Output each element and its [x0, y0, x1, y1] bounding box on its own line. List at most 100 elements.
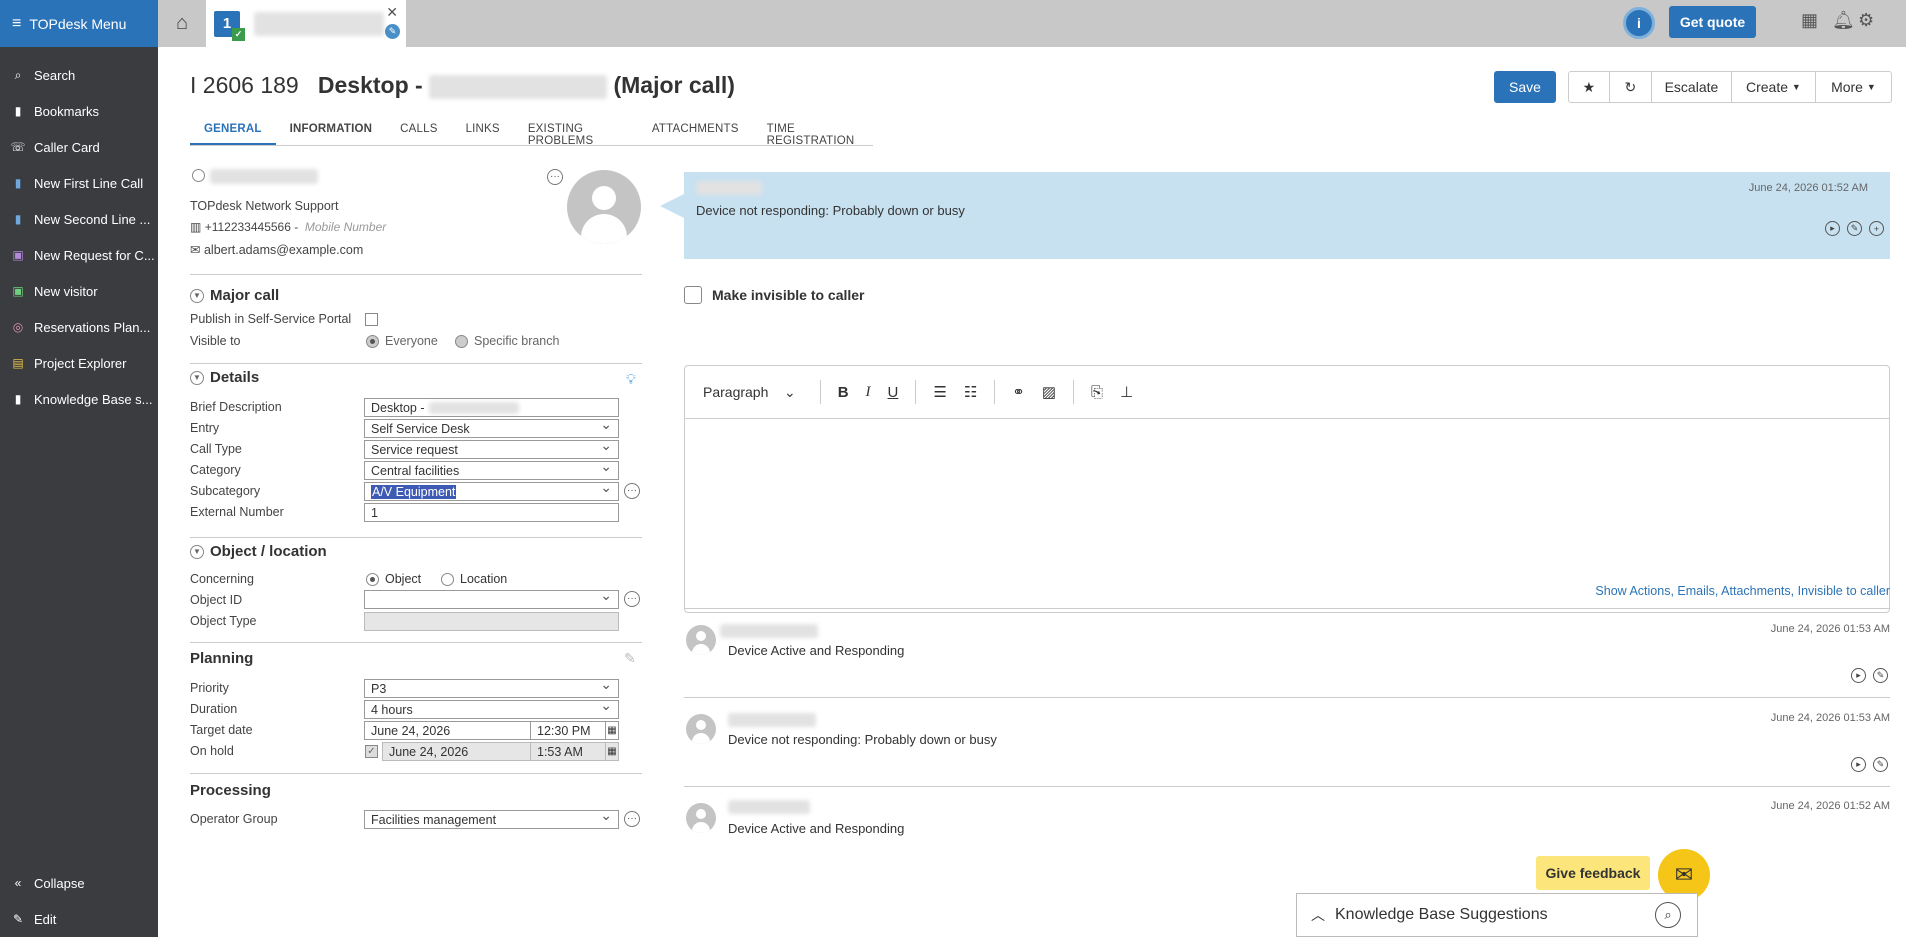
- open-call-tab[interactable]: 1 ✓ ✕ ✎: [206, 0, 406, 47]
- sidebar-item-caller-card[interactable]: ☏ Caller Card: [0, 129, 158, 165]
- edit-icon[interactable]: ✎: [1873, 668, 1888, 683]
- topdesk-menu-button[interactable]: ≡ TOPdesk Menu: [0, 0, 158, 47]
- image-icon[interactable]: ▨: [1042, 383, 1056, 401]
- sidebar-edit-button[interactable]: ✎ Edit: [0, 901, 158, 937]
- on-hold-time-input: 1:53 AM: [530, 742, 606, 761]
- forward-icon[interactable]: ▸: [1851, 668, 1866, 683]
- target-time-input[interactable]: 12:30 PM: [530, 721, 606, 740]
- target-date-input[interactable]: June 24, 2026: [364, 721, 531, 740]
- tab-time-registration[interactable]: TIME REGISTRATION: [753, 121, 873, 147]
- tab-information[interactable]: INFORMATION: [276, 121, 386, 145]
- forward-icon[interactable]: ▸: [1851, 757, 1866, 772]
- calendar-icon[interactable]: ▦: [605, 721, 619, 740]
- publish-checkbox[interactable]: [365, 313, 378, 326]
- divider: [190, 363, 642, 364]
- link-icon[interactable]: ⚭: [1012, 383, 1025, 401]
- brief-description-label: Brief Description: [190, 400, 282, 414]
- planning-edit-icon[interactable]: ✎: [624, 650, 636, 667]
- object-id-select[interactable]: [364, 590, 619, 609]
- sidebar-item-reservations-planner[interactable]: ◎ Reservations Plan...: [0, 309, 158, 345]
- refresh-button[interactable]: ↻: [1609, 71, 1652, 103]
- tab-links[interactable]: LINKS: [452, 121, 514, 145]
- forward-icon[interactable]: ▸: [1825, 221, 1840, 236]
- bell-icon[interactable]: 🔔︎: [1832, 10, 1855, 31]
- section-details[interactable]: ▼ Details: [190, 369, 259, 386]
- calendar-icon: ▦: [605, 742, 619, 761]
- sidebar-item-new-second-line-call[interactable]: ▮ New Second Line ...: [0, 201, 158, 237]
- category-select[interactable]: Central facilities: [364, 461, 619, 480]
- italic-icon[interactable]: I: [866, 384, 871, 401]
- visible-specific-branch-radio[interactable]: Specific branch: [455, 334, 559, 349]
- sidebar-item-new-first-line-call[interactable]: ▮ New First Line Call: [0, 165, 158, 201]
- attachment-icon[interactable]: ⎘: [1091, 384, 1103, 401]
- sidebar-item-new-visitor[interactable]: ▣ New visitor: [0, 273, 158, 309]
- sidebar-item-bookmarks[interactable]: ▮ Bookmarks: [0, 93, 158, 129]
- bullet-list-icon[interactable]: ☰: [933, 383, 946, 401]
- edit-icon[interactable]: ✎: [1847, 221, 1862, 236]
- call-type-select[interactable]: Service request: [364, 440, 619, 459]
- subcategory-options-button[interactable]: ···: [624, 483, 640, 499]
- info-button[interactable]: i: [1623, 7, 1655, 39]
- make-invisible-checkbox[interactable]: [684, 286, 702, 304]
- operator-group-options-button[interactable]: ···: [624, 811, 640, 827]
- priority-select[interactable]: P3: [364, 679, 619, 698]
- entry-select[interactable]: Self Service Desk: [364, 419, 619, 438]
- divider: [190, 274, 642, 275]
- sidebar-item-project-explorer[interactable]: ▤ Project Explorer: [0, 345, 158, 381]
- home-icon: ⌂: [175, 12, 189, 34]
- bookmark-star-button[interactable]: ★: [1567, 71, 1610, 103]
- home-button[interactable]: ⌂: [158, 0, 206, 47]
- avatar: [686, 803, 716, 833]
- external-number-input[interactable]: 1: [364, 503, 619, 522]
- stamp-icon[interactable]: ⊥: [1120, 383, 1133, 401]
- caller-phone: ▥ +112233445566 - Mobile Number: [190, 220, 387, 234]
- get-quote-button[interactable]: Get quote: [1669, 6, 1756, 38]
- section-major-call[interactable]: ▼ Major call: [190, 287, 279, 304]
- bold-icon[interactable]: B: [838, 384, 849, 401]
- brief-description-input[interactable]: Desktop -: [364, 398, 619, 417]
- concerning-location-radio[interactable]: Location: [441, 572, 507, 587]
- tab-attachments[interactable]: ATTACHMENTS: [638, 121, 753, 145]
- play-icon[interactable]: [192, 169, 205, 182]
- subcategory-select[interactable]: A/V Equipment: [364, 482, 619, 501]
- layout-icon[interactable]: ▦: [1801, 10, 1818, 31]
- underline-icon[interactable]: U: [888, 384, 899, 401]
- caret-down-icon: ▼: [1866, 82, 1876, 92]
- on-hold-checkbox[interactable]: ✓: [365, 745, 378, 758]
- more-dropdown[interactable]: More ▼: [1815, 71, 1892, 103]
- tab-general[interactable]: GENERAL: [190, 121, 276, 145]
- visible-everyone-radio[interactable]: Everyone: [366, 334, 438, 349]
- add-icon[interactable]: +: [1869, 221, 1884, 236]
- concerning-object-radio[interactable]: Object: [366, 572, 421, 587]
- paragraph-format-select[interactable]: Paragraph ⌄: [703, 384, 796, 401]
- chevron-down-icon: ▼: [190, 288, 204, 303]
- tab-edit-icon[interactable]: ✎: [385, 24, 400, 39]
- user-settings-icon[interactable]: ⚙: [1858, 10, 1874, 31]
- sidebar-item-new-request-for-change[interactable]: ▣ New Request for C...: [0, 237, 158, 273]
- tab-existing-problems[interactable]: EXISTING PROBLEMS: [514, 121, 638, 147]
- close-tab-icon[interactable]: ✕: [386, 4, 398, 21]
- escalate-button[interactable]: Escalate: [1651, 71, 1732, 103]
- sidebar-collapse-button[interactable]: «Collapse: [0, 865, 158, 901]
- knowledge-base-suggestions-panel[interactable]: ︿ Knowledge Base Suggestions ⌕: [1296, 893, 1698, 937]
- sidebar-item-knowledge-base[interactable]: ▮ Knowledge Base s...: [0, 381, 158, 417]
- section-object-location[interactable]: ▼ Object / location: [190, 543, 327, 560]
- sidebar-item-search[interactable]: ⌕ Search: [0, 57, 158, 93]
- object-id-options-button[interactable]: ···: [624, 591, 640, 607]
- give-feedback-button[interactable]: Give feedback: [1536, 856, 1650, 890]
- search-icon[interactable]: ⌕: [1655, 902, 1681, 928]
- duration-select[interactable]: 4 hours: [364, 700, 619, 719]
- rich-text-editor[interactable]: Paragraph ⌄ B I U ☰ ☷ ⚭ ▨ ⎘ ⊥: [684, 365, 1890, 613]
- lightbulb-icon[interactable]: 💡︎: [626, 371, 636, 388]
- tab-calls[interactable]: CALLS: [386, 121, 451, 145]
- operator-group-select[interactable]: Facilities management: [364, 810, 619, 829]
- make-invisible-toggle[interactable]: Make invisible to caller: [684, 286, 865, 304]
- entry-text: Device not responding: Probably down or …: [728, 732, 997, 747]
- create-dropdown[interactable]: Create ▼: [1731, 71, 1816, 103]
- on-hold-date-input: June 24, 2026: [382, 742, 531, 761]
- numbered-list-icon[interactable]: ☷: [964, 383, 977, 401]
- show-actions-link[interactable]: Show Actions, Emails, Attachments, Invis…: [1595, 584, 1890, 598]
- save-button[interactable]: Save: [1494, 71, 1556, 103]
- edit-icon[interactable]: ✎: [1873, 757, 1888, 772]
- caller-options-button[interactable]: ···: [547, 169, 563, 185]
